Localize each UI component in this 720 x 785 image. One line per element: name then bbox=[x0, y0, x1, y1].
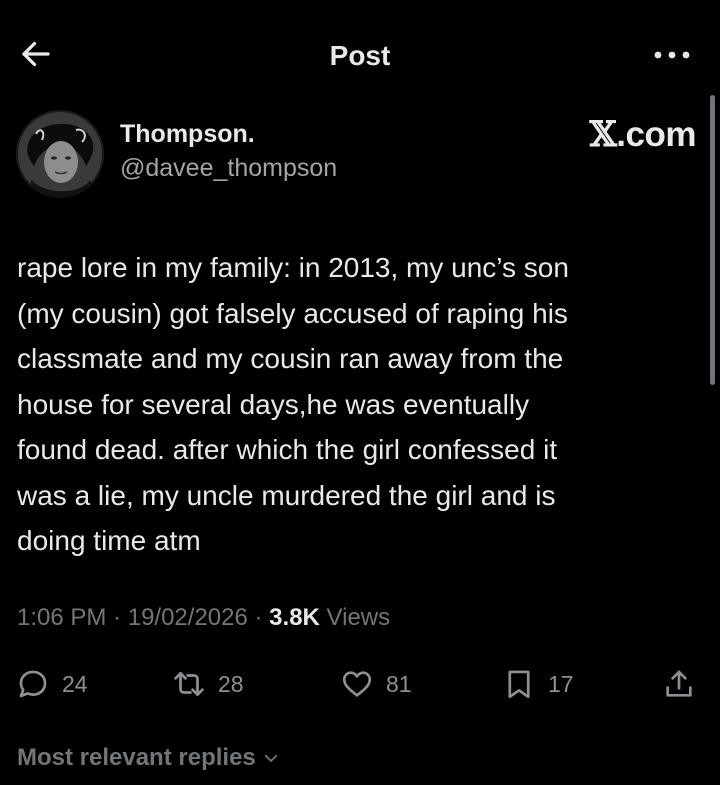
tweet-line: was a lie, my uncle murdered the girl an… bbox=[17, 479, 556, 511]
bookmark-button[interactable]: 17 bbox=[502, 662, 574, 706]
more-horizontal-icon bbox=[654, 51, 690, 59]
views-count[interactable]: 3.8K bbox=[269, 604, 320, 631]
top-bar: Post bbox=[0, 0, 720, 110]
meta-separator: · bbox=[106, 604, 128, 631]
tweet-line: doing time atm bbox=[17, 525, 201, 556]
views-label: Views bbox=[319, 604, 391, 631]
author-handle[interactable]: @davee_thompson bbox=[120, 154, 337, 183]
bookmark-icon bbox=[508, 670, 530, 699]
repost-count: 28 bbox=[218, 670, 244, 697]
avatar-photo bbox=[16, 110, 104, 198]
author-row: Thompson. @davee_thompson 𝕏.com bbox=[16, 110, 696, 200]
action-bar: 24 28 81 17 bbox=[0, 662, 720, 706]
reply-button[interactable]: 24 bbox=[16, 662, 88, 706]
tweet-line: house for several days,he was eventually bbox=[17, 388, 530, 420]
reply-count: 24 bbox=[62, 670, 88, 697]
watermark-domain: .com bbox=[616, 115, 696, 154]
repost-icon bbox=[174, 672, 204, 696]
tweet-time[interactable]: 1:06 PM bbox=[17, 604, 106, 631]
more-button[interactable] bbox=[650, 40, 694, 70]
meta-separator: · bbox=[247, 604, 270, 631]
reply-icon bbox=[19, 670, 47, 698]
tweet-date[interactable]: 19/02/2026 bbox=[128, 604, 248, 631]
scrollbar[interactable] bbox=[710, 95, 715, 385]
tweet-line: classmate and my cousin ran away from th… bbox=[17, 343, 564, 374]
like-icon bbox=[342, 671, 372, 697]
like-button[interactable]: 81 bbox=[340, 662, 412, 706]
page-title: Post bbox=[329, 40, 391, 71]
bookmark-count: 17 bbox=[548, 670, 574, 697]
share-button[interactable] bbox=[662, 662, 696, 706]
tweet-line: found dead. after which the girl confess… bbox=[17, 434, 558, 465]
avatar[interactable] bbox=[16, 110, 104, 198]
author-display-name[interactable]: Thompson. bbox=[120, 120, 255, 149]
like-count: 81 bbox=[386, 670, 412, 697]
tweet-meta: 1:06 PM · 19/02/2026 · 3.8K Views bbox=[17, 604, 390, 632]
replies-sort-label: Most relevant replies bbox=[17, 744, 256, 771]
tweet-line: (my cousin) got falsely accused of rapin… bbox=[17, 297, 568, 329]
replies-sort-dropdown[interactable]: Most relevant replies bbox=[17, 744, 280, 772]
chevron-down-icon bbox=[264, 754, 277, 762]
x-com-watermark: 𝕏.com bbox=[589, 114, 697, 155]
post-page: Post Thompson. @davee_thompson 𝕏.com rap… bbox=[0, 0, 720, 785]
repost-button[interactable]: 28 bbox=[172, 662, 244, 706]
tweet-line: rape lore in my family: in 2013, my unc’… bbox=[17, 252, 569, 283]
x-logo: 𝕏 bbox=[589, 114, 617, 155]
tweet-text: rape lore in my family: in 2013, my unc’… bbox=[17, 245, 707, 564]
share-icon bbox=[666, 670, 692, 697]
